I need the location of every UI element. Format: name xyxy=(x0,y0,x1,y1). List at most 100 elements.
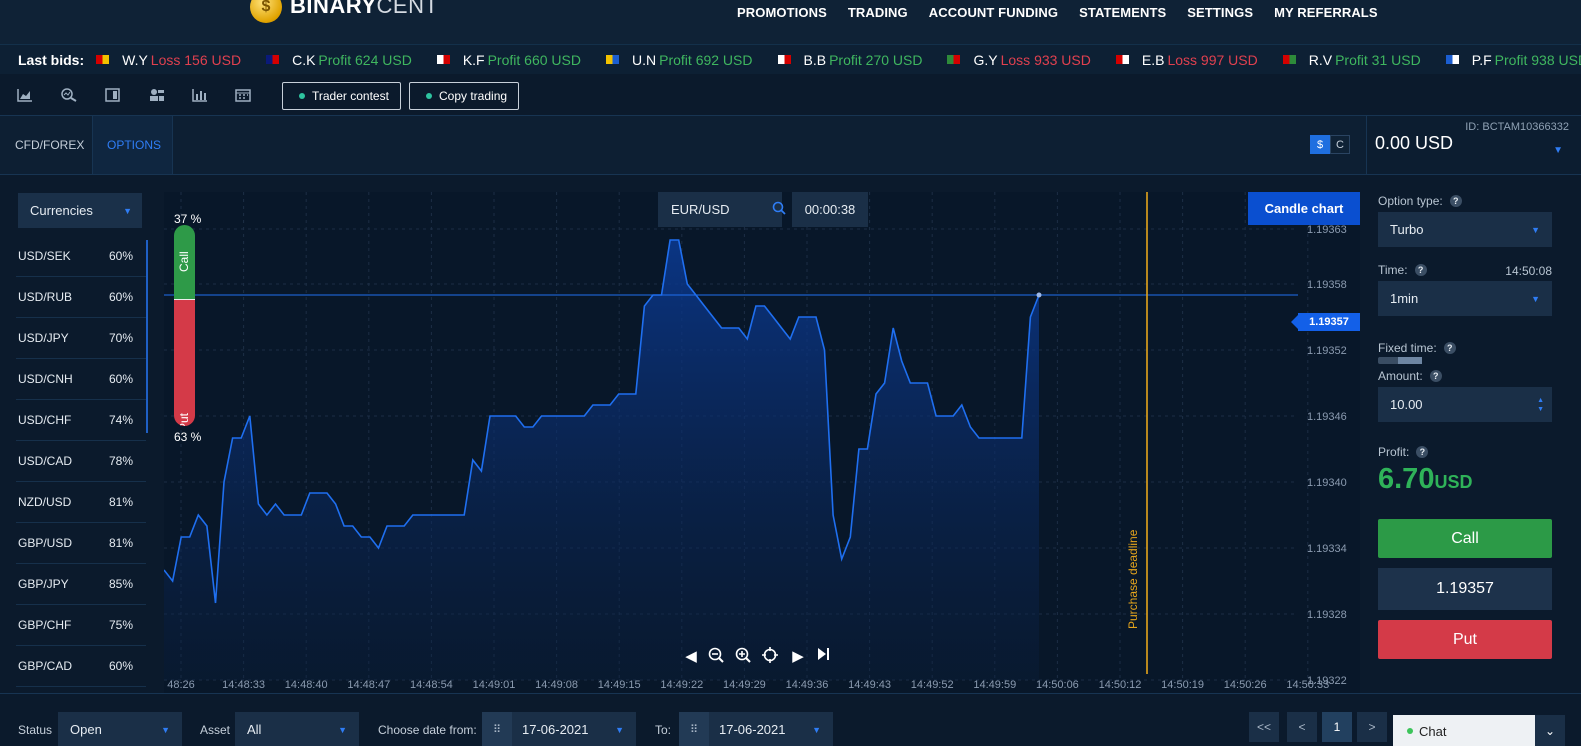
bid-status: Loss xyxy=(150,51,181,68)
put-button[interactable]: Put xyxy=(1378,620,1552,659)
toggle-knob xyxy=(1398,357,1422,364)
chevron-down-icon: ▼ xyxy=(161,725,170,735)
asset-row[interactable]: USD/JPY 70% xyxy=(16,318,146,359)
first-page-button[interactable]: << xyxy=(1249,712,1279,742)
asset-row[interactable]: USD/CNH 60% xyxy=(16,359,146,400)
nav-account-funding[interactable]: ACCOUNT FUNDING xyxy=(929,5,1058,20)
asset-filter-select[interactable]: All ▼ xyxy=(235,712,359,746)
status-select[interactable]: Open ▼ xyxy=(58,712,182,746)
next-page-button[interactable]: > xyxy=(1357,712,1387,742)
nav-statements[interactable]: STATEMENTS xyxy=(1079,5,1166,20)
asset-pair: GBP/CAD xyxy=(18,659,73,673)
current-price-tag: 1.19357 xyxy=(1291,313,1360,331)
nav-settings[interactable]: SETTINGS xyxy=(1187,5,1253,20)
help-icon[interactable]: ? xyxy=(1416,446,1429,458)
symbol-value: EUR/USD xyxy=(671,202,730,217)
profit-amount: 6.70 xyxy=(1378,463,1435,495)
amount-input[interactable]: 10.00 ▲ ▼ xyxy=(1378,387,1552,422)
prev-page-button[interactable]: < xyxy=(1287,712,1317,742)
asset-row[interactable]: GBP/JPY 85% xyxy=(16,564,146,605)
asset-row[interactable]: NZD/USD 81% xyxy=(16,482,146,523)
help-icon[interactable]: ? xyxy=(1449,195,1462,207)
bid-result: Profit 31 USD xyxy=(1335,52,1421,68)
chat-collapse-icon[interactable]: ⌄ xyxy=(1535,715,1565,746)
bid-item: W.Y Loss 156 USD xyxy=(96,52,241,68)
asset-row[interactable]: USD/CAD 78% xyxy=(16,441,146,482)
asset-list-scrollbar[interactable] xyxy=(146,240,148,433)
nav-promotions[interactable]: PROMOTIONS xyxy=(737,5,827,20)
y-tick-label: 1.19340 xyxy=(1307,477,1347,489)
zoom-analysis-icon[interactable] xyxy=(61,88,77,102)
asset-pair: NZD/USD xyxy=(18,495,72,509)
chevron-down-icon: ▼ xyxy=(812,725,821,735)
tab-cfd-forex[interactable]: CFD/FOREX xyxy=(15,116,84,174)
category-select[interactable]: Currencies ▼ xyxy=(18,193,142,228)
duration-select[interactable]: 1min ▼ xyxy=(1378,281,1552,316)
bid-amount: 270 USD xyxy=(865,51,923,68)
bid-result: Loss 933 USD xyxy=(1001,52,1091,68)
calendar-icon[interactable] xyxy=(235,88,251,102)
copy-trading-button[interactable]: Copy trading xyxy=(409,82,519,110)
nav-my-referrals[interactable]: MY REFERRALS xyxy=(1274,5,1378,20)
tab-options[interactable]: OPTIONS xyxy=(92,116,173,174)
current-page[interactable]: 1 xyxy=(1322,712,1352,742)
zoom-out-icon[interactable] xyxy=(708,647,726,665)
asset-list-panel: Currencies ▼ USD/SEK 60% USD/RUB 60% USD/JPY… xyxy=(0,175,160,693)
zoom-in-icon[interactable] xyxy=(735,647,753,665)
users-icon[interactable] xyxy=(149,88,165,102)
currency-dollar-toggle[interactable]: $ xyxy=(1310,135,1330,154)
asset-row[interactable]: GBP/USD 81% xyxy=(16,523,146,564)
status-value: Open xyxy=(70,722,102,737)
asset-label: Asset xyxy=(200,723,231,737)
brand-logo[interactable]: $ BINARYCENT xyxy=(250,0,438,26)
help-icon[interactable]: ? xyxy=(1429,370,1442,382)
asset-row[interactable]: GBP/CAD 60% xyxy=(16,646,146,687)
bids-list: W.Y Loss 156 USD C.K Profit 624 USD K.F Profi… xyxy=(96,52,1581,68)
scroll-left-icon[interactable]: ◀ xyxy=(682,647,700,665)
asset-row[interactable]: USD/RUB 60% xyxy=(16,277,146,318)
x-tick-label: 14:49:52 xyxy=(911,679,954,691)
help-icon[interactable]: ? xyxy=(1443,342,1456,354)
bid-result: Loss 156 USD xyxy=(151,52,241,68)
option-type-select[interactable]: Turbo ▼ xyxy=(1378,212,1552,247)
bid-item: P.FProfit 938 USD xyxy=(1445,51,1581,68)
bar-chart-icon[interactable] xyxy=(192,88,208,102)
layout-icon[interactable] xyxy=(105,88,121,102)
nav-trading[interactable]: TRADING xyxy=(848,5,908,20)
chevron-down-icon: ▼ xyxy=(123,206,132,216)
call-button[interactable]: Call xyxy=(1378,519,1552,558)
asset-row[interactable]: GBP/CHF 75% xyxy=(16,605,146,646)
trader-contest-label: Trader contest xyxy=(312,89,389,103)
bid-trader: P.F xyxy=(1471,51,1492,68)
status-dot-icon xyxy=(426,93,432,99)
price-chart[interactable]: 48:26 14:48:33 14:48:40 14:48:47 14:48:54 14:… xyxy=(164,192,1360,694)
mode-tabs: CFD/FOREX OPTIONS $ C xyxy=(0,116,1366,175)
asset-row[interactable]: USD/CHF 74% xyxy=(16,400,146,441)
stepper-icon[interactable]: ▲ ▼ xyxy=(1537,396,1544,414)
asset-row[interactable]: USD/SEK 60% xyxy=(16,236,146,277)
currency-cent-toggle[interactable]: C xyxy=(1330,135,1350,154)
x-tick-label: 14:50:06 xyxy=(1036,679,1079,691)
option-type-value: Turbo xyxy=(1390,222,1424,237)
server-time: 14:50:08 xyxy=(1505,264,1552,278)
chat-widget[interactable]: Chat xyxy=(1393,715,1535,746)
reset-center-icon[interactable] xyxy=(762,647,780,665)
fixed-time-toggle[interactable] xyxy=(1378,357,1422,364)
asset-payout: 70% xyxy=(108,331,133,345)
date-from-select[interactable]: ⠿ 17-06-2021 ▼ xyxy=(482,712,636,746)
y-tick-label: 1.19358 xyxy=(1307,279,1347,291)
date-to-select[interactable]: ⠿ 17-06-2021 ▼ xyxy=(679,712,833,746)
area-chart-icon[interactable] xyxy=(17,88,33,102)
scroll-right-icon[interactable]: ▶ xyxy=(789,647,807,665)
bid-amount: 624 USD xyxy=(355,51,412,68)
last-bids-label: Last bids: xyxy=(18,51,85,68)
candle-chart-button[interactable]: Candle chart xyxy=(1248,192,1360,225)
date-from-value: 17-06-2021 xyxy=(522,722,589,737)
bid-item: U.N Profit 692 USD xyxy=(605,52,753,68)
help-icon[interactable]: ? xyxy=(1414,264,1427,276)
account-balance[interactable]: ID: BCTAM10366332 0.00 USD ▼ xyxy=(1366,116,1581,175)
scroll-to-end-icon[interactable] xyxy=(816,647,834,665)
trader-contest-button[interactable]: Trader contest xyxy=(282,82,401,110)
chevron-down-icon[interactable]: ▼ xyxy=(1553,145,1563,156)
symbol-search[interactable]: EUR/USD xyxy=(658,192,786,227)
